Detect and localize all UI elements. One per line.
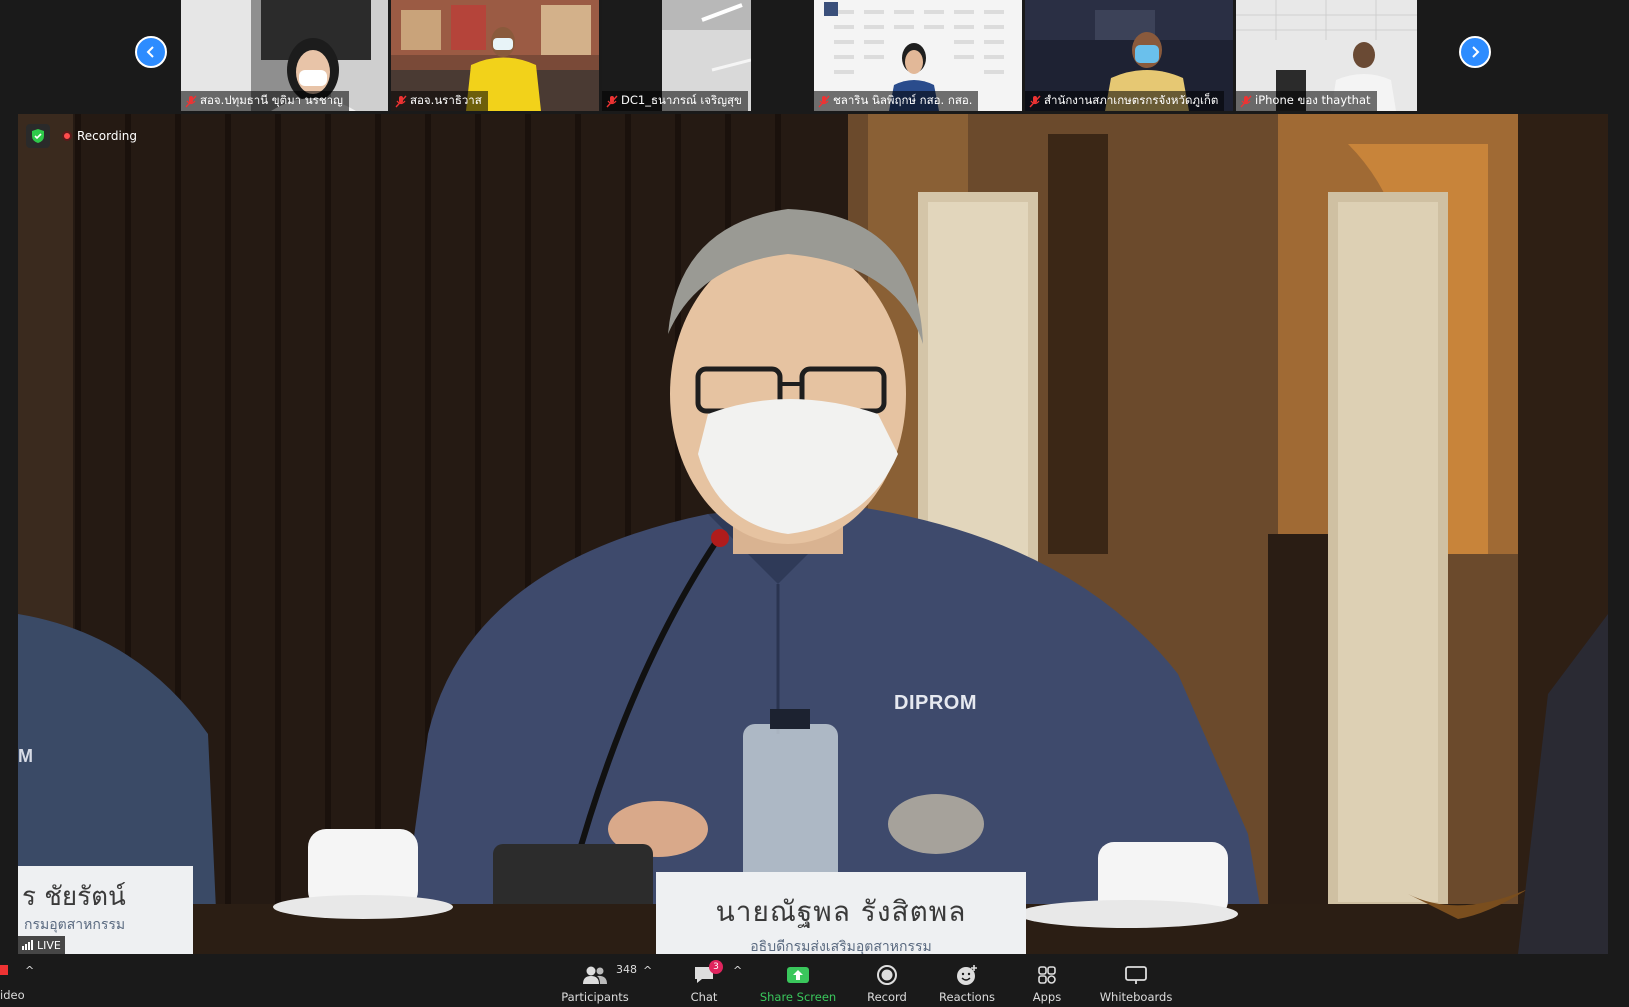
nameplate-left-title: กรมอุตสาหกรรม [24, 917, 126, 933]
participant-name-label: สอจ.ปทุมธานี ขุติมา นรชาญ [181, 91, 349, 111]
recording-indicator[interactable]: Recording [62, 126, 137, 146]
microphone-muted-icon [606, 95, 618, 107]
apps-button[interactable]: Apps [1030, 958, 1064, 1004]
reactions-label: Reactions [939, 990, 995, 1004]
shirt-logo-text-left: M [18, 746, 33, 766]
record-icon [877, 965, 897, 985]
participant-tile[interactable]: สอจ.นราธิวาส [391, 0, 599, 111]
shield-icon [32, 129, 44, 143]
apps-icon [1038, 966, 1056, 984]
participant-name-label: สำนักงานสภาเกษตรกรจังหวัดภูเก็ต [1025, 91, 1225, 111]
chevron-left-icon [146, 46, 154, 58]
meeting-toolbar: ^ ideo 348 Participants ^ 3 Chat ^ Share… [0, 954, 1629, 1007]
nameplate-speaker-name: นายณัฐพล รังสิตพล [715, 895, 967, 928]
participant-name-label: iPhone ของ thaythat [1236, 91, 1377, 111]
participants-count: 348 [616, 963, 637, 976]
share-screen-label: Share Screen [759, 990, 837, 1004]
participant-tile[interactable]: สำนักงานสภาเกษตรกรจังหวัดภูเก็ต [1025, 0, 1233, 111]
record-button[interactable]: Record [866, 958, 908, 1004]
chat-label: Chat [690, 990, 718, 1004]
participant-name-label: ชลาริน นิลพิฤกษ์ กสอ. กสอ. [814, 91, 979, 111]
whiteboards-label: Whiteboards [1099, 990, 1173, 1004]
participant-name-label: สอจ.นราธิวาส [391, 91, 488, 111]
microphone-muted-icon [1029, 95, 1041, 107]
video-camera-icon[interactable] [0, 962, 8, 976]
nameplate-speaker: นายณัฐพล รังสิตพล อธิบดีกรมส่งเสริมอุตสา… [656, 872, 1026, 954]
record-label: Record [867, 990, 907, 1004]
chevron-right-icon [1472, 46, 1480, 58]
participant-tile[interactable]: iPhone ของ thaythat [1236, 0, 1417, 111]
chat-button[interactable]: 3 Chat [686, 958, 723, 1004]
reactions-button[interactable]: Reactions [939, 958, 995, 1004]
encryption-shield-icon[interactable] [26, 124, 50, 148]
video-options-caret[interactable]: ^ [25, 964, 34, 977]
apps-label: Apps [1032, 990, 1062, 1004]
participant-tile[interactable]: ชลาริน นิลพิฤกษ์ กสอ. กสอ. [814, 0, 1022, 111]
share-screen-button[interactable]: Share Screen [759, 958, 837, 1004]
participants-label: Participants [561, 990, 629, 1004]
shirt-logo-text: DIPROM [894, 692, 977, 714]
whiteboard-icon [1125, 966, 1147, 984]
participants-icon [583, 966, 607, 984]
recording-dot-icon [62, 131, 72, 141]
share-screen-icon [787, 967, 809, 983]
whiteboards-button[interactable]: Whiteboards [1100, 958, 1172, 1004]
microphone-muted-icon [1240, 95, 1252, 107]
live-indicator: LIVE [18, 936, 65, 954]
participants-button[interactable]: 348 Participants [560, 958, 637, 1004]
next-page-button[interactable] [1459, 36, 1491, 68]
video-button-label[interactable]: ideo [0, 988, 25, 1002]
live-label: LIVE [37, 938, 61, 952]
chat-unread-badge: 3 [709, 960, 723, 974]
participant-name-label: DC1_ธนาภรณ์ เจริญสุข [602, 91, 748, 111]
speaker-video-frame [18, 114, 1608, 954]
participant-strip: สอจ.ปทุมธานี ขุติมา นรชาญ สอจ.นราธิวาส D… [0, 0, 1629, 112]
signal-bars-icon [22, 940, 33, 950]
chat-options-caret[interactable]: ^ [733, 964, 742, 977]
nameplate-speaker-title: อธิบดีกรมส่งเสริมอุตสาหกรรม [750, 939, 932, 954]
nameplate-left-name: ร ชัยรัตน์ [22, 882, 126, 912]
active-speaker-video[interactable]: DIPROM M ร ชัยรัตน์ กรมอุตสาหกรรม นายณัฐ… [18, 114, 1608, 954]
smiley-plus-icon [957, 965, 977, 985]
microphone-muted-icon [818, 95, 830, 107]
recording-label: Recording [77, 129, 138, 143]
previous-page-button[interactable] [135, 36, 167, 68]
microphone-muted-icon [395, 95, 407, 107]
participant-tile[interactable]: สอจ.ปทุมธานี ขุติมา นรชาญ [181, 0, 388, 111]
participants-options-caret[interactable]: ^ [643, 964, 652, 977]
participant-tile[interactable]: DC1_ธนาภรณ์ เจริญสุข [602, 0, 751, 111]
microphone-muted-icon [185, 95, 197, 107]
